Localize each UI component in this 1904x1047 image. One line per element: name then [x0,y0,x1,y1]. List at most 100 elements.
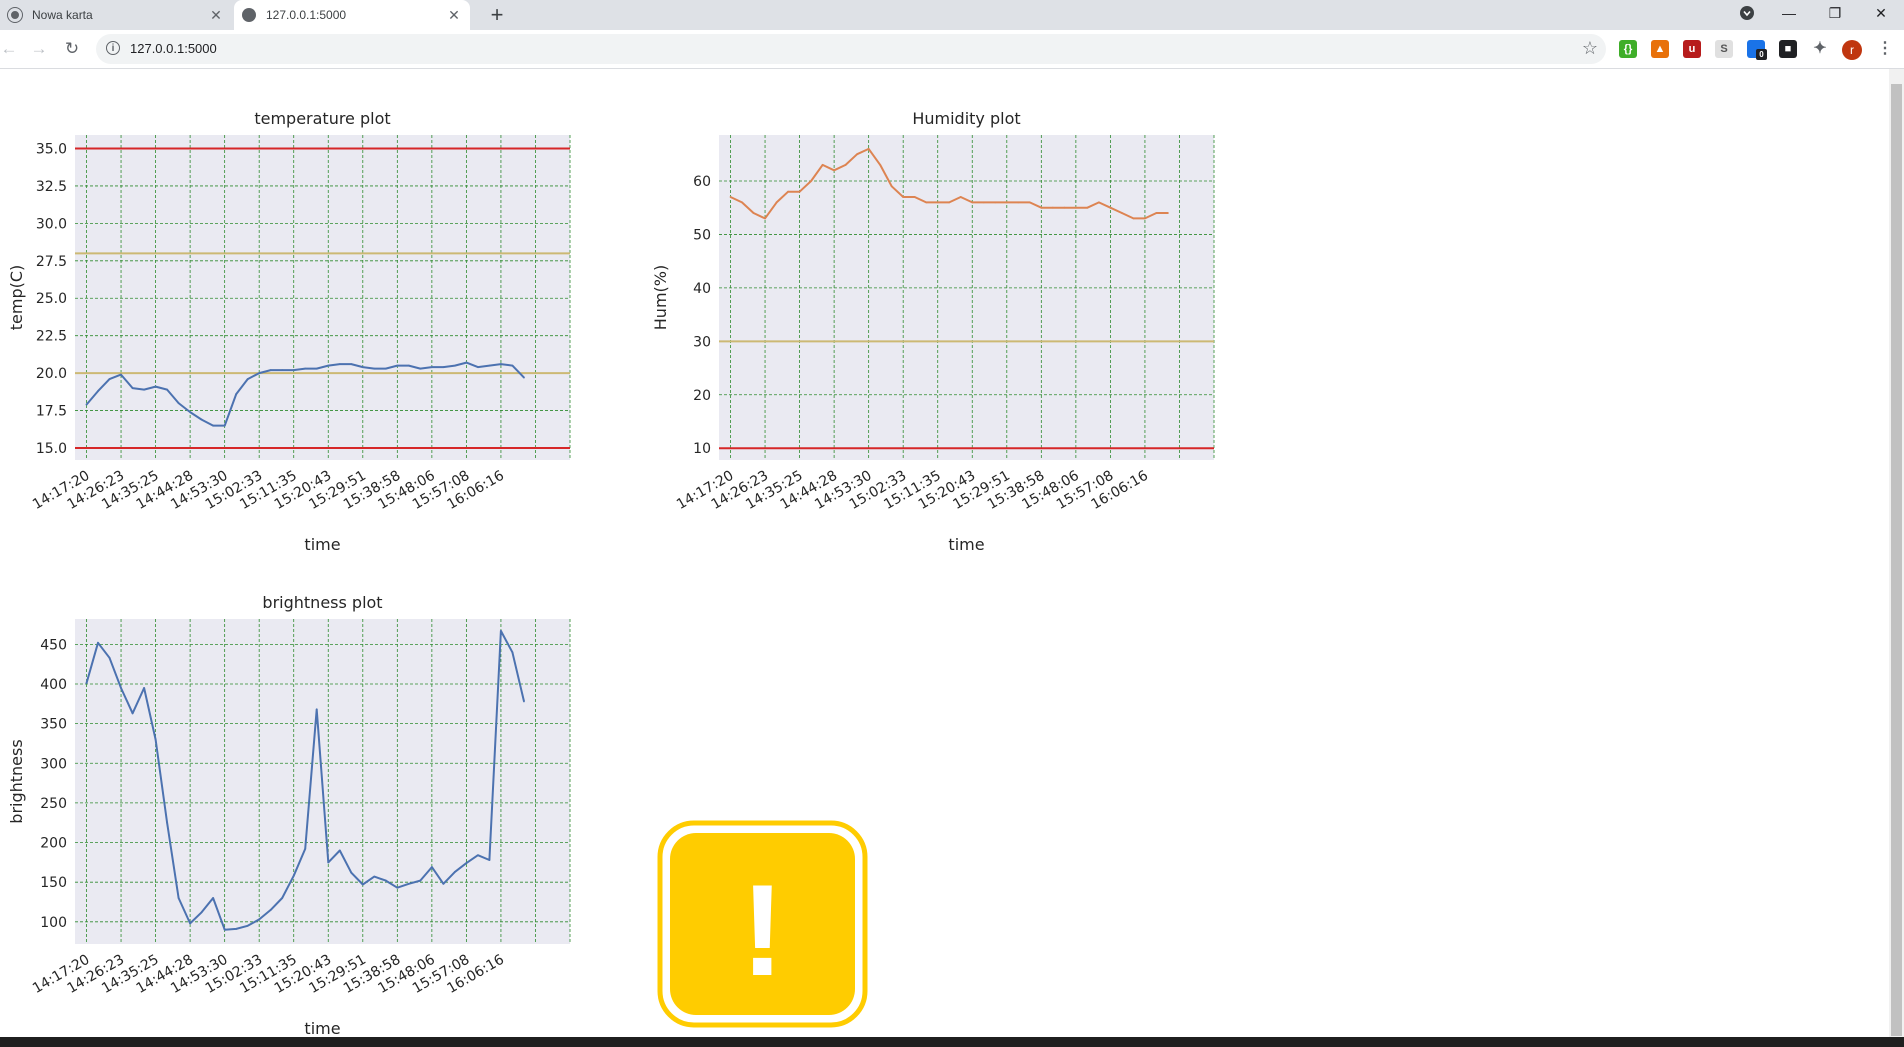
data-point [844,164,847,166]
y-axis-label: Hum(%) [651,265,670,330]
data-point [327,861,330,864]
data-point [85,682,88,685]
orange-extension-icon[interactable]: ▲ [1651,40,1669,58]
data-point [959,196,962,198]
y-tick-label: 30 [693,334,711,350]
url-text[interactable]: 127.0.0.1:5000 [130,41,217,56]
puzzle-icon[interactable]: ✦ [1811,40,1829,58]
address-bar[interactable]: i 127.0.0.1:5000 ☆ [96,34,1606,64]
menu-kebab-icon[interactable]: ⋮ [1876,40,1894,58]
data-point [258,918,261,921]
green-extension-icon[interactable]: {} [1619,40,1637,58]
new-tab-button[interactable]: + [484,2,510,28]
y-axis-label: temp(C) [7,265,26,331]
data-point [292,369,295,372]
info-icon[interactable]: i [106,41,120,55]
data-point [143,687,145,689]
data-point [936,201,939,204]
data-point [867,147,870,150]
data-point [1121,212,1123,214]
close-window-button[interactable]: ✕ [1858,0,1904,26]
data-point [1132,217,1135,220]
chart-title: Humidity plot [912,109,1020,128]
data-point [304,847,307,850]
minimize-button[interactable]: — [1766,0,1812,26]
data-point [971,201,974,204]
data-point [1005,201,1008,204]
data-point [131,712,134,715]
taskbar [0,1037,1904,1047]
data-point [373,367,376,370]
close-tab-icon[interactable]: ✕ [444,7,464,24]
data-point [166,821,168,824]
data-point [1063,206,1066,209]
extension-badge: 0 [1756,49,1767,60]
data-point [511,651,514,654]
data-point [212,424,215,427]
close-tab-icon[interactable]: ✕ [206,7,226,24]
data-point [143,388,145,391]
data-point [200,911,203,914]
data-point [442,882,445,885]
y-tick-label: 200 [40,836,67,852]
chart-title: brightness plot [262,593,382,612]
data-point [373,875,376,878]
data-point [384,367,387,370]
data-point [1051,206,1054,209]
data-point [1086,206,1089,209]
data-point [407,364,410,367]
data-point [97,641,99,644]
data-point [419,879,422,882]
data-point [741,201,743,204]
y-axis-label: brightness [7,739,26,823]
data-point [315,367,318,370]
reload-button[interactable]: ↻ [59,36,85,62]
data-point [396,886,399,889]
data-point [1155,212,1158,214]
y-tick-label: 100 [40,915,67,931]
data-point [1167,212,1169,214]
data-point [407,882,410,885]
blue-extension-icon[interactable]: 0 [1747,40,1767,60]
humidity-chart: 10 20 30 40 50 60 14:17:20 14:26:23 14:35:25 14:4… [644,100,1264,550]
browser-toolbar: ← → ↻ i 127.0.0.1:5000 ☆ {} ▲ u S 0 ■ ✦ … [0,30,1904,69]
y-tick-label: 20 [693,388,711,404]
data-point [200,418,203,421]
tab-title: 127.0.0.1:5000 [266,8,347,22]
scrollbar-thumb[interactable] [1891,84,1902,1036]
data-point [246,924,249,927]
y-tick-label: 450 [40,637,67,653]
data-point [1028,201,1031,204]
tab-search-icon[interactable] [1724,0,1770,26]
y-tick-label: 32.5 [36,179,67,195]
data-point [453,870,456,873]
s-extension-icon[interactable]: S [1715,40,1733,58]
data-point [338,849,341,852]
ublock-icon[interactable]: u [1683,40,1701,58]
data-point [500,363,502,366]
data-point [925,201,928,204]
profile-avatar[interactable]: r [1842,40,1862,60]
restore-button[interactable]: ❐ [1812,0,1858,26]
bookmark-star-icon[interactable]: ☆ [1582,38,1598,59]
globe-icon [242,8,256,22]
forward-button[interactable]: → [26,36,52,62]
data-point [350,871,353,874]
data-point [442,366,445,369]
data-point [879,164,882,166]
data-point [1109,206,1112,209]
dark-extension-icon[interactable]: ■ [1779,40,1797,58]
chrome-icon [7,7,23,23]
data-point [453,364,456,367]
tab-new-tab[interactable]: Nowa karta ✕ [0,0,232,30]
data-point [994,201,997,204]
warning-icon: ! [657,820,868,1028]
data-point [523,376,525,379]
data-point [729,196,732,198]
data-point [821,164,824,166]
data-point [246,378,249,381]
back-button[interactable]: ← [0,36,22,62]
y-tick-label: 35.0 [36,141,67,157]
data-point [189,922,192,925]
tab-localhost[interactable]: 127.0.0.1:5000 ✕ [234,0,470,30]
